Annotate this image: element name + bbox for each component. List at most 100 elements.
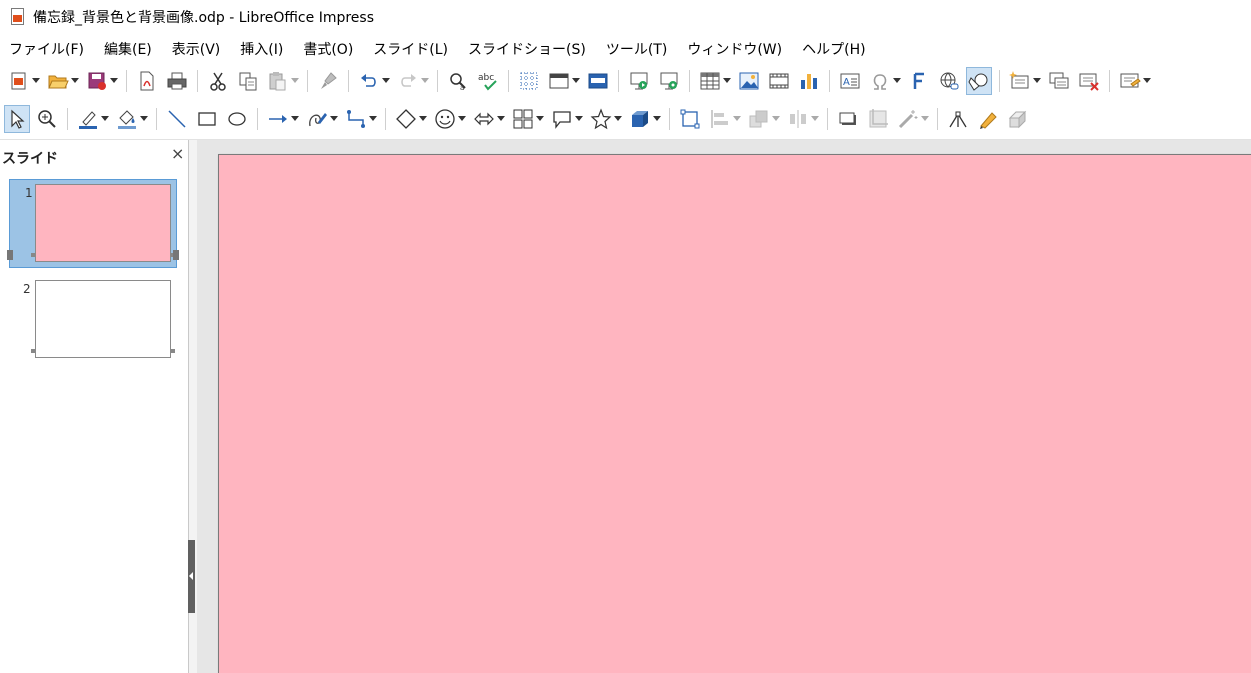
symbol-shapes-button[interactable] <box>432 105 458 133</box>
connectors-dropdown[interactable] <box>368 105 378 133</box>
glue-points-button[interactable] <box>975 105 1001 133</box>
start-current-slide-button[interactable] <box>656 67 682 95</box>
menu-view[interactable]: 表示(V) <box>172 39 221 59</box>
filter-button[interactable] <box>895 105 921 133</box>
insert-media-button[interactable] <box>766 67 792 95</box>
slide-layout-dropdown[interactable] <box>1142 67 1152 95</box>
slide-preview[interactable] <box>35 184 171 262</box>
find-replace-button[interactable]: a <box>445 67 471 95</box>
slide-layout-button[interactable] <box>1117 67 1143 95</box>
distribute-button[interactable] <box>785 105 811 133</box>
lines-arrows-dropdown[interactable] <box>290 105 300 133</box>
display-views-button[interactable] <box>546 67 572 95</box>
duplicate-slide-button[interactable] <box>1046 67 1072 95</box>
undo-dropdown[interactable] <box>381 67 391 95</box>
line-color-button[interactable] <box>75 105 101 133</box>
flowchart-button[interactable] <box>510 105 536 133</box>
insert-table-button[interactable] <box>697 67 723 95</box>
insert-hyperlink-button[interactable] <box>936 67 962 95</box>
basic-shapes-button[interactable] <box>393 105 419 133</box>
3d-objects-dropdown[interactable] <box>652 105 662 133</box>
open-button[interactable] <box>45 67 71 95</box>
insert-rectangle-button[interactable] <box>194 105 220 133</box>
zoom-pan-button[interactable] <box>34 105 60 133</box>
insert-table-dropdown[interactable] <box>722 67 732 95</box>
start-first-slide-button[interactable] <box>626 67 652 95</box>
undo-button[interactable] <box>356 67 382 95</box>
special-char-dropdown[interactable] <box>892 67 902 95</box>
save-button[interactable] <box>84 67 110 95</box>
cut-button[interactable] <box>205 67 231 95</box>
menu-file[interactable]: ファイル(F) <box>9 39 84 59</box>
insert-special-char-button[interactable] <box>867 67 893 95</box>
curves-polygons-button[interactable] <box>304 105 330 133</box>
fill-color-dropdown[interactable] <box>139 105 149 133</box>
insert-textbox-button[interactable]: A <box>837 67 863 95</box>
toggle-extrusion-button[interactable] <box>1005 105 1031 133</box>
align-objects-dropdown[interactable] <box>732 105 742 133</box>
copy-button[interactable] <box>235 67 261 95</box>
insert-fontwork-button[interactable] <box>906 67 932 95</box>
spellcheck-button[interactable]: abc <box>475 67 501 95</box>
close-icon[interactable]: × <box>171 146 184 162</box>
symbol-shapes-dropdown[interactable] <box>457 105 467 133</box>
stars-dropdown[interactable] <box>613 105 623 133</box>
block-arrows-button[interactable] <box>471 105 497 133</box>
align-objects-button[interactable] <box>707 105 733 133</box>
main-slide-canvas[interactable] <box>218 154 1251 673</box>
crop-image-button[interactable] <box>865 105 891 133</box>
open-dropdown[interactable] <box>70 67 80 95</box>
delete-slide-button[interactable] <box>1076 67 1102 95</box>
save-dropdown[interactable] <box>109 67 119 95</box>
insert-chart-button[interactable] <box>796 67 822 95</box>
line-color-dropdown[interactable] <box>100 105 110 133</box>
menu-window[interactable]: ウィンドウ(W) <box>687 39 782 59</box>
select-button[interactable] <box>4 105 30 133</box>
curves-polygons-dropdown[interactable] <box>329 105 339 133</box>
new-document-button[interactable] <box>6 67 32 95</box>
callouts-dropdown[interactable] <box>574 105 584 133</box>
filter-dropdown[interactable] <box>920 105 930 133</box>
menu-insert[interactable]: 挿入(I) <box>240 39 283 59</box>
rotate-button[interactable] <box>677 105 703 133</box>
basic-shapes-dropdown[interactable] <box>418 105 428 133</box>
export-pdf-button[interactable] <box>134 67 160 95</box>
printer-icon <box>167 72 187 90</box>
new-document-dropdown[interactable] <box>31 67 41 95</box>
show-draw-functions-button[interactable] <box>966 67 992 95</box>
arrange-dropdown[interactable] <box>771 105 781 133</box>
new-slide-button[interactable] <box>1007 67 1033 95</box>
shadow-button[interactable] <box>835 105 861 133</box>
menu-slide[interactable]: スライド(L) <box>373 39 448 59</box>
lines-arrows-button[interactable] <box>265 105 291 133</box>
insert-ellipse-button[interactable] <box>224 105 250 133</box>
menu-help[interactable]: ヘルプ(H) <box>802 39 865 59</box>
menu-edit[interactable]: 編集(E) <box>104 39 152 59</box>
stars-button[interactable] <box>588 105 614 133</box>
display-grid-button[interactable] <box>516 67 542 95</box>
arrange-button[interactable] <box>746 105 772 133</box>
paste-dropdown[interactable] <box>290 67 300 95</box>
3d-objects-button[interactable] <box>627 105 653 133</box>
new-slide-dropdown[interactable] <box>1032 67 1042 95</box>
paste-button[interactable] <box>265 67 291 95</box>
block-arrows-dropdown[interactable] <box>496 105 506 133</box>
print-button[interactable] <box>164 67 190 95</box>
connectors-button[interactable] <box>343 105 369 133</box>
menu-tools[interactable]: ツール(T) <box>606 39 667 59</box>
distribute-dropdown[interactable] <box>810 105 820 133</box>
redo-dropdown[interactable] <box>420 67 430 95</box>
redo-button[interactable] <box>395 67 421 95</box>
clone-formatting-button[interactable] <box>315 67 341 95</box>
flowchart-dropdown[interactable] <box>535 105 545 133</box>
points-button[interactable] <box>945 105 971 133</box>
insert-image-button[interactable] <box>736 67 762 95</box>
menu-format[interactable]: 書式(O) <box>303 39 353 59</box>
insert-line-button[interactable] <box>164 105 190 133</box>
slide-thumbnail-2[interactable] <box>35 280 171 358</box>
display-views-dropdown[interactable] <box>571 67 581 95</box>
menu-slideshow[interactable]: スライドショー(S) <box>468 39 586 59</box>
master-slide-button[interactable] <box>585 67 611 95</box>
fill-color-button[interactable] <box>114 105 140 133</box>
callouts-button[interactable] <box>549 105 575 133</box>
